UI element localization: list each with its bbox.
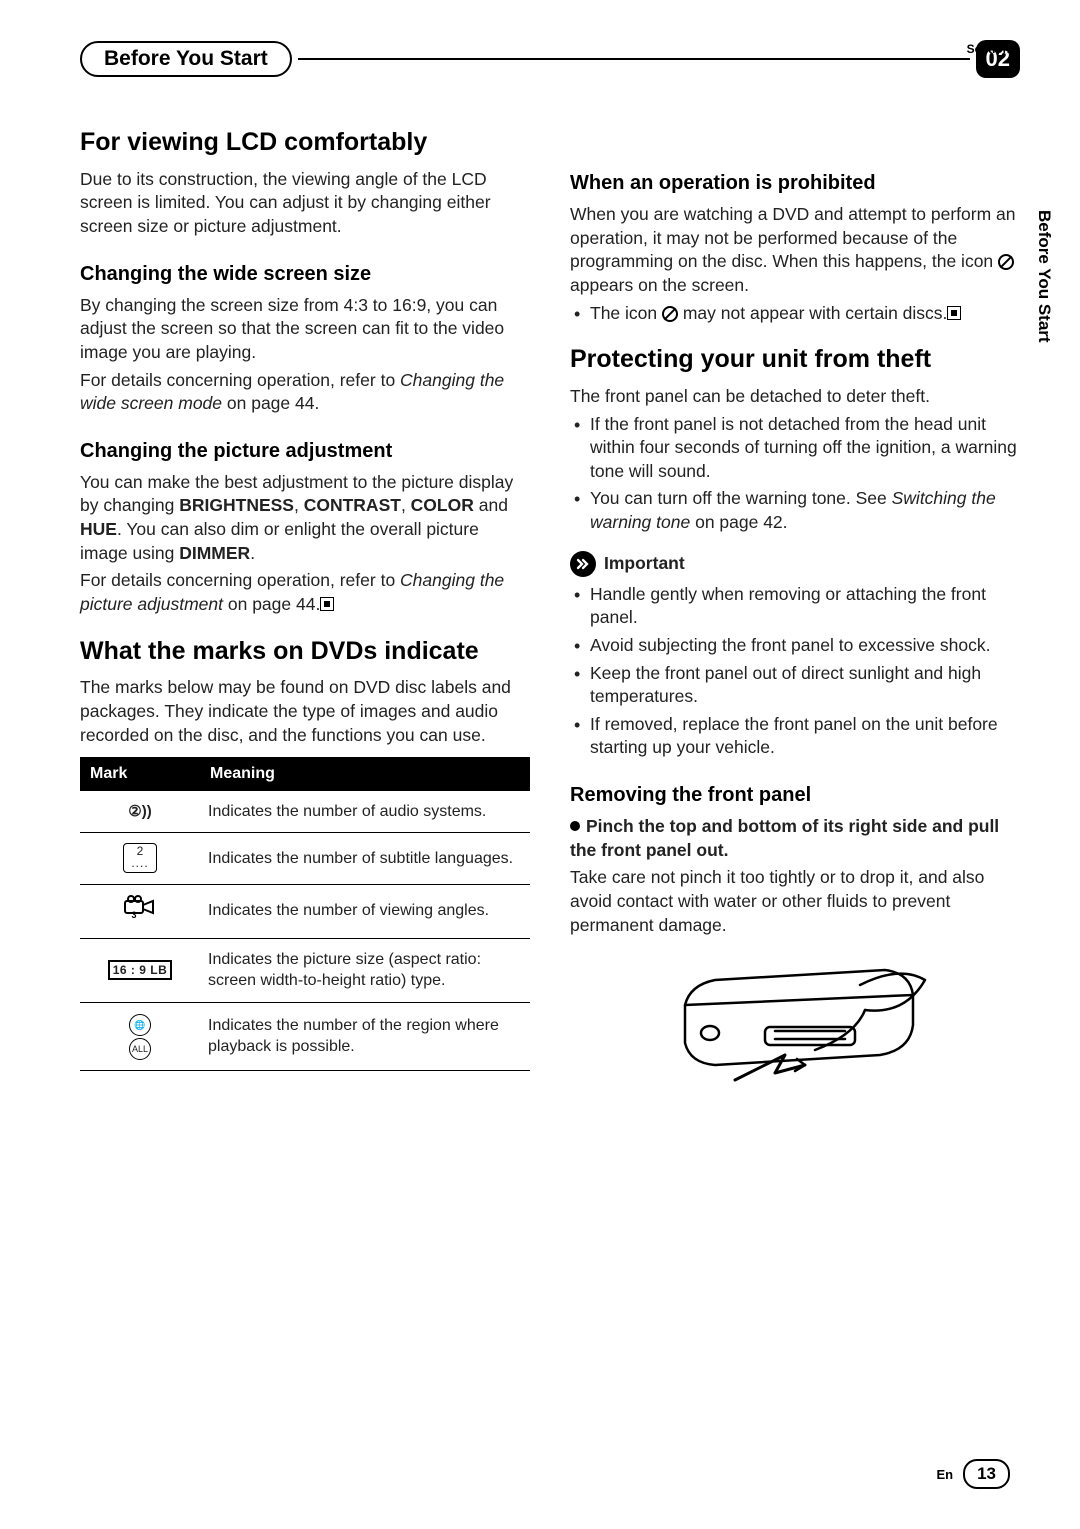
region-number-icon: 🌐 ALL [129,1014,151,1060]
heading-marks: What the marks on DVDs indicate [80,635,530,669]
para-theft: The front panel can be detached to deter… [570,385,1020,409]
para-prohibited: When you are watching a DVD and attempt … [570,203,1020,298]
marks-table: Mark Meaning ②)) Indicates the number of… [80,757,530,1071]
meaning-cell: Indicates the number of audio systems. [200,791,530,833]
audio-systems-icon: ②)) [128,802,151,822]
breadcrumb-tab: Before You Start [80,41,292,77]
list-item: If removed, replace the front panel on t… [570,713,1020,760]
header-divider [298,58,970,60]
heading-theft: Protecting your unit from theft [570,343,1020,377]
end-section-icon [947,306,961,320]
list-item: Handle gently when removing or attaching… [570,583,1020,630]
step-1: Pinch the top and bottom of its right si… [570,815,1020,862]
list-item: If the front panel is not detached from … [570,413,1020,484]
table-row: 🌐 ALL Indicates the number of the region… [80,1002,530,1070]
viewing-angles-icon: 3 [123,908,157,925]
heading-lcd: For viewing LCD comfortably [80,126,530,160]
step-bullet-icon [570,821,580,831]
table-row: 3 Indicates the number of viewing angles… [80,884,530,938]
section-label: Section [967,42,1010,56]
subtitle-languages-icon: 2.... [123,843,156,873]
list-item: Avoid subjecting the front panel to exce… [570,634,1020,658]
footer-page-number: 13 [963,1459,1010,1489]
aspect-ratio-icon: 16 : 9 LB [108,960,173,980]
table-row: 16 : 9 LB Indicates the picture size (as… [80,938,530,1002]
svg-text:3: 3 [131,910,136,920]
table-row: 2.... Indicates the number of subtitle l… [80,833,530,885]
front-panel-illustration [655,955,935,1095]
prohibit-icon [662,306,678,322]
para-pic-2: For details concerning operation, refer … [80,569,530,616]
page-header: Before You Start 02 [80,40,1020,78]
para-wide-2: For details concerning operation, refer … [80,369,530,416]
side-tab: Before You Start [1034,210,1054,343]
column-right: When an operation is prohibited When you… [570,108,1020,1095]
col-mark: Mark [80,757,200,791]
list-item: You can turn off the warning tone. See S… [570,487,1020,534]
heading-wide: Changing the wide screen size [80,261,530,288]
list-item: The icon may not appear with certain dis… [570,302,1020,326]
meaning-cell: Indicates the number of viewing angles. [200,884,530,938]
col-meaning: Meaning [200,757,530,791]
heading-prohibited: When an operation is prohibited [570,170,1020,197]
important-icon [570,551,596,577]
page-footer: En 13 [936,1459,1010,1489]
para-marks: The marks below may be found on DVD disc… [80,676,530,747]
end-section-icon [320,597,334,611]
heading-removing: Removing the front panel [570,782,1020,809]
para-removing: Take care not pinch it too tightly or to… [570,866,1020,937]
prohibit-icon [998,254,1014,270]
heading-picture-adjustment: Changing the picture adjustment [80,438,530,465]
list-item: Keep the front panel out of direct sunli… [570,662,1020,709]
para-lcd: Due to its construction, the viewing ang… [80,168,530,239]
important-label: Important [604,552,685,576]
para-pic-1: You can make the best adjustment to the … [80,471,530,566]
meaning-cell: Indicates the picture size (aspect ratio… [200,938,530,1002]
table-row: ②)) Indicates the number of audio system… [80,791,530,833]
meaning-cell: Indicates the number of subtitle languag… [200,833,530,885]
footer-lang: En [936,1467,953,1482]
meaning-cell: Indicates the number of the region where… [200,1002,530,1070]
para-wide-1: By changing the screen size from 4:3 to … [80,294,530,365]
column-left: For viewing LCD comfortably Due to its c… [80,108,530,1095]
